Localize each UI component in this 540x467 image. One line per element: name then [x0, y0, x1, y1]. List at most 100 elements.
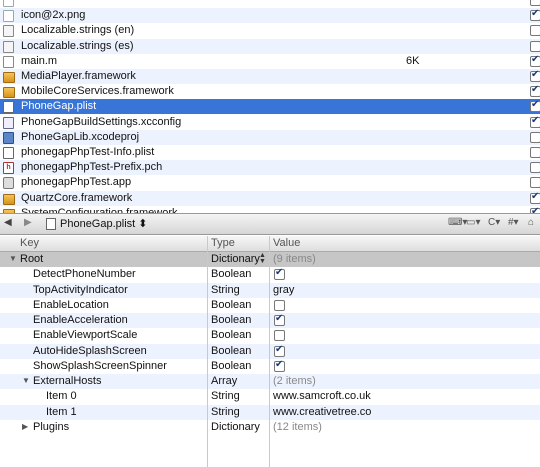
plist-row[interactable]: EnableViewportScale Boolean: [0, 328, 540, 343]
target-checkbox[interactable]: [530, 147, 540, 158]
plist-value[interactable]: www.creativetree.co: [273, 406, 371, 418]
back-arrow-icon[interactable]: ◀: [4, 217, 12, 228]
boolean-checkbox[interactable]: [274, 299, 285, 311]
bookmarks-menu-icon[interactable]: ⌨▾: [448, 217, 467, 228]
file-name: MobileCoreServices.framework: [21, 85, 174, 98]
plist-type[interactable]: Dictionary: [211, 421, 260, 433]
file-row[interactable]: phonegapPhpTest-Info.plist: [0, 145, 540, 160]
file-icon: [3, 0, 14, 7]
file-row[interactable]: PhoneGapBuildSettings.xcconfig: [0, 115, 540, 130]
key-column-header[interactable]: Key: [20, 237, 39, 249]
target-checkbox[interactable]: [530, 0, 540, 6]
forward-arrow-icon[interactable]: ▶: [24, 217, 32, 228]
plist-key: EnableAcceleration: [33, 314, 128, 326]
plist-row[interactable]: DetectPhoneNumber Boolean: [0, 267, 540, 282]
file-list: icon@2x.png Localizable.strings (en) Local…: [0, 0, 540, 213]
type-column-header[interactable]: Type: [211, 237, 235, 249]
plist-key: TopActivityIndicator: [33, 283, 128, 296]
file-row[interactable]: PhoneGap.plist: [0, 99, 540, 115]
plist-row[interactable]: Item 0 String www.samcroft.co.uk: [0, 389, 540, 404]
plist-value[interactable]: (12 items): [273, 421, 322, 433]
lock-icon[interactable]: ⌂: [528, 217, 534, 228]
plist-key: Plugins: [33, 420, 70, 433]
class-menu-icon[interactable]: C▾: [488, 217, 500, 228]
plist-row[interactable]: EnableLocation Boolean: [0, 298, 540, 313]
plist-value[interactable]: gray: [273, 284, 294, 296]
plist-value[interactable]: www.samcroft.co.uk: [273, 390, 371, 402]
plist-row[interactable]: AutoHideSplashScreen Boolean: [0, 343, 540, 359]
plist-root-row[interactable]: ▼ Root Dictionary ▲ ▼ (9 items): [0, 252, 540, 268]
target-checkbox[interactable]: [530, 162, 540, 174]
target-checkbox[interactable]: [530, 69, 540, 82]
plist-row[interactable]: Item 1 String www.creativetree.co: [0, 404, 540, 420]
file-row[interactable]: Localizable.strings (es): [0, 38, 540, 54]
plist-row[interactable]: ▶ Plugins Dictionary (12 items): [0, 420, 540, 435]
plist-type[interactable]: Array: [211, 375, 237, 387]
file-row[interactable]: PhoneGapLib.xcodeproj: [0, 129, 540, 145]
file-name: main.m: [21, 54, 58, 67]
disclosure-open-icon[interactable]: ▼: [22, 376, 30, 385]
file-row[interactable]: QuartzCore.framework: [0, 190, 540, 206]
strings-icon: [3, 25, 14, 38]
plist-key: ExternalHosts: [33, 375, 102, 387]
boolean-checkbox[interactable]: [274, 359, 285, 372]
file-row[interactable]: MobileCoreServices.framework: [0, 84, 540, 99]
plist-type[interactable]: Boolean: [211, 314, 251, 326]
plist-type[interactable]: Dictionary: [211, 253, 260, 265]
target-checkbox[interactable]: [530, 99, 540, 113]
plist-row[interactable]: TopActivityIndicator String gray: [0, 282, 540, 298]
boolean-checkbox[interactable]: [274, 267, 285, 281]
target-checkbox[interactable]: [530, 84, 540, 98]
plist-type[interactable]: Boolean: [211, 268, 251, 280]
boolean-checkbox[interactable]: [274, 313, 285, 326]
file-row[interactable]: icon@2x.png: [0, 8, 540, 24]
breakpoints-menu-icon[interactable]: ▭▾: [466, 217, 480, 228]
boolean-checkbox[interactable]: [274, 330, 285, 342]
target-checkbox[interactable]: [530, 177, 540, 189]
file-row[interactable]: SystemConfiguration.framework: [0, 206, 540, 213]
file-name: phonegapPhpTest.app: [21, 176, 132, 189]
plist-type[interactable]: String: [211, 284, 240, 296]
disclosure-closed-icon[interactable]: ▶: [22, 422, 28, 431]
column-divider[interactable]: [269, 236, 270, 467]
plist-type[interactable]: Boolean: [211, 329, 251, 341]
boolean-checkbox[interactable]: [274, 344, 285, 357]
value-column-header[interactable]: Value: [273, 237, 300, 249]
file-row[interactable]: h phonegapPhpTest-Prefix.pch: [0, 160, 540, 176]
target-checkbox[interactable]: [530, 8, 540, 22]
plist-row[interactable]: ShowSplashScreenSpinner Boolean: [0, 359, 540, 374]
file-row[interactable]: phonegapPhpTest.app: [0, 175, 540, 190]
plist-value[interactable]: (9 items): [273, 253, 316, 265]
framework-icon: [3, 72, 15, 83]
target-checkbox[interactable]: [530, 25, 540, 37]
file-name: Localizable.strings (en): [21, 24, 135, 37]
column-divider[interactable]: [207, 236, 208, 467]
pch-icon: h: [3, 162, 14, 175]
file-row[interactable]: main.m 6K: [0, 54, 540, 69]
plist-row[interactable]: EnableAcceleration Boolean: [0, 313, 540, 329]
file-name: Localizable.strings (es): [21, 39, 134, 52]
framework-icon: [3, 193, 15, 205]
file-selector-popup[interactable]: PhoneGap.plist ⬍: [60, 217, 148, 230]
disclosure-open-icon[interactable]: ▼: [9, 254, 17, 263]
navigation-bar: ◀ ▶ PhoneGap.plist ⬍ ⌨▾ ▭▾ C▾ #▾ ⌂: [0, 213, 540, 235]
plist-type[interactable]: Boolean: [211, 360, 251, 372]
target-checkbox[interactable]: [530, 40, 540, 52]
file-row[interactable]: MediaPlayer.framework: [0, 69, 540, 84]
plist-value[interactable]: (2 items): [273, 375, 316, 387]
file-name: phonegapPhpTest-Info.plist: [21, 146, 155, 158]
target-checkbox[interactable]: [530, 191, 540, 204]
type-stepper-icon[interactable]: ▲ ▼: [259, 252, 266, 265]
target-checkbox[interactable]: [530, 131, 540, 143]
plist-row[interactable]: ▼ ExternalHosts Array (2 items): [0, 374, 540, 390]
target-checkbox[interactable]: [530, 54, 540, 67]
file-row[interactable]: [0, 0, 540, 8]
file-row[interactable]: Localizable.strings (en): [0, 23, 540, 38]
plist-type[interactable]: String: [211, 390, 240, 402]
plist-type[interactable]: Boolean: [211, 345, 251, 357]
plist-type[interactable]: Boolean: [211, 299, 251, 311]
framework-icon: [3, 87, 15, 99]
include-menu-icon[interactable]: #▾: [508, 217, 519, 228]
plist-type[interactable]: String: [211, 406, 240, 418]
target-checkbox[interactable]: [530, 115, 540, 128]
